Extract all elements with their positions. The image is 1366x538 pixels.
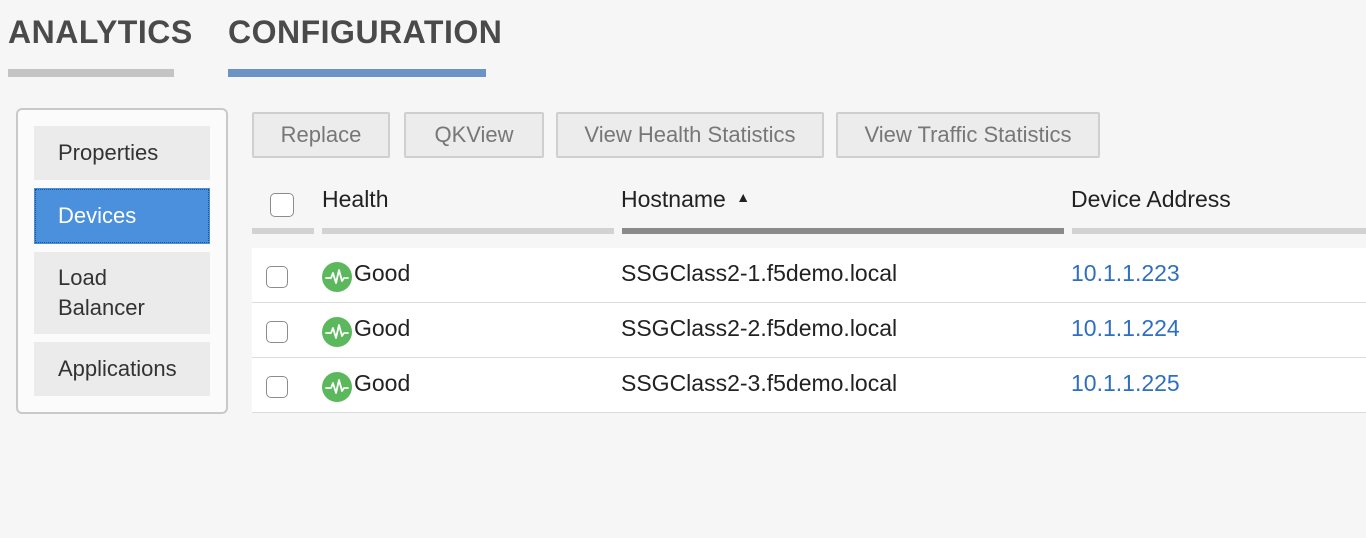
health-good-icon (322, 317, 352, 347)
tab-analytics[interactable]: ANALYTICS (8, 14, 192, 77)
device-table: Good SSGClass2-1.f5demo.local 10.1.1.223… (252, 248, 1366, 413)
health-status: Good (354, 315, 411, 341)
sidebar-item-applications[interactable]: Applications (34, 342, 210, 396)
header-divider (252, 228, 314, 234)
health-good-icon (322, 372, 352, 402)
column-header-device-address[interactable]: Device Address (1071, 186, 1231, 213)
table-row[interactable]: Good SSGClass2-2.f5demo.local 10.1.1.224 (252, 303, 1366, 358)
top-tab-bar: ANALYTICS CONFIGURATION (0, 0, 1366, 80)
select-all-checkbox[interactable] (270, 193, 294, 217)
row-checkbox[interactable] (266, 266, 288, 288)
tab-analytics-underline (8, 69, 174, 77)
row-checkbox[interactable] (266, 321, 288, 343)
row-checkbox[interactable] (266, 376, 288, 398)
device-address-link[interactable]: 10.1.1.224 (1071, 315, 1180, 342)
tab-configuration-label: CONFIGURATION (228, 14, 503, 50)
tab-configuration[interactable]: CONFIGURATION (228, 14, 502, 77)
qkview-button[interactable]: QKView (404, 112, 544, 158)
device-address-link[interactable]: 10.1.1.223 (1071, 260, 1180, 287)
sidebar-item-load-balancer[interactable]: Load Balancer (34, 252, 210, 334)
header-divider (1072, 228, 1366, 234)
sidebar: Properties Devices Load Balancer Applica… (16, 108, 228, 414)
health-good-icon (322, 262, 352, 292)
hostname-cell: SSGClass2-1.f5demo.local (621, 260, 898, 286)
column-header-hostname-label: Hostname (621, 186, 726, 212)
hostname-cell: SSGClass2-2.f5demo.local (621, 315, 898, 341)
column-header-hostname[interactable]: Hostname ▲ (621, 186, 750, 213)
header-divider-sorted (622, 228, 1064, 234)
device-address-link[interactable]: 10.1.1.225 (1071, 370, 1180, 397)
sidebar-item-label: Applications (58, 356, 177, 381)
health-status: Good (354, 370, 411, 396)
column-header-health[interactable]: Health (322, 186, 388, 213)
sort-ascending-icon: ▲ (736, 189, 751, 205)
replace-button[interactable]: Replace (252, 112, 390, 158)
view-traffic-statistics-button[interactable]: View Traffic Statistics (836, 112, 1100, 158)
table-row[interactable]: Good SSGClass2-3.f5demo.local 10.1.1.225 (252, 358, 1366, 413)
view-health-statistics-button[interactable]: View Health Statistics (556, 112, 824, 158)
sidebar-item-label: Properties (58, 140, 159, 165)
sidebar-item-label: Devices (58, 203, 137, 228)
sidebar-item-label: Load Balancer (58, 265, 145, 320)
health-status: Good (354, 260, 411, 286)
hostname-cell: SSGClass2-3.f5demo.local (621, 370, 898, 396)
header-divider (322, 228, 614, 234)
table-row[interactable]: Good SSGClass2-1.f5demo.local 10.1.1.223 (252, 248, 1366, 303)
sidebar-item-properties[interactable]: Properties (34, 126, 210, 180)
tab-analytics-label: ANALYTICS (8, 14, 193, 50)
sidebar-item-devices[interactable]: Devices (34, 188, 210, 244)
tab-configuration-underline (228, 69, 486, 77)
